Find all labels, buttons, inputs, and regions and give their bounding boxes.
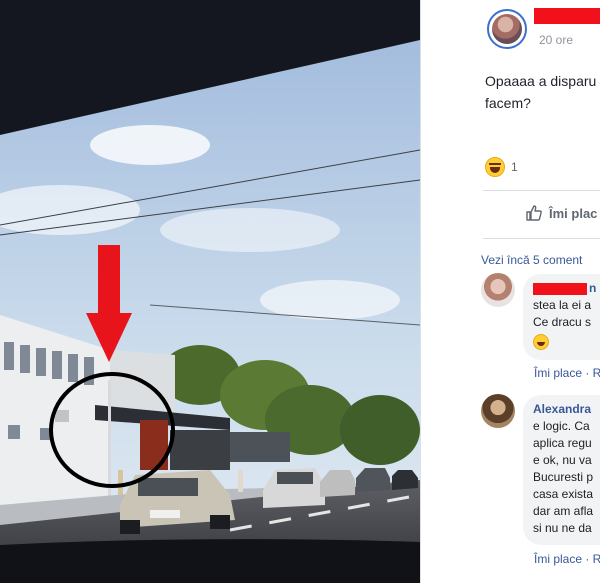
comment-text-line: Ce dracu s <box>533 315 592 329</box>
post-panel: 20 ore Opaaaa a disparu facem? 1 Îmi pla… <box>420 0 600 583</box>
commenter-name[interactable]: Alexandra <box>533 401 600 418</box>
commenter-name[interactable]: n G <box>589 281 600 295</box>
like-button[interactable]: Îmi plac <box>525 204 597 222</box>
author-avatar[interactable] <box>487 9 527 49</box>
comment-text-line: e logic. Ca <box>533 419 590 433</box>
view-more-comments-link[interactable]: Vezi încă 5 coment <box>481 253 582 267</box>
divider <box>483 190 600 191</box>
reaction-count: 1 <box>511 160 518 174</box>
comment-bubble: Alexandra e logic. Ca aplica regu e ok, … <box>523 395 600 545</box>
post-text: Opaaaa a disparu facem? <box>485 70 600 114</box>
commenter-name-redacted <box>533 282 587 295</box>
haha-reaction-icon <box>485 157 505 177</box>
comment-like-reply-actions[interactable]: Îmi place · R <box>534 366 600 380</box>
post-timestamp[interactable]: 20 ore <box>539 33 573 47</box>
commenter-avatar[interactable] <box>481 273 515 307</box>
comment-bubble: n G stea la ei a Ce dracu s <box>523 274 600 360</box>
laughing-emoji-icon <box>533 334 549 350</box>
author-name-redacted <box>534 8 600 24</box>
comment-text-line: stea la ei a <box>533 298 592 312</box>
commenter-avatar[interactable] <box>481 394 515 428</box>
divider <box>483 238 600 239</box>
thumbs-up-icon <box>526 205 542 221</box>
comment-text-line: casa exista <box>533 487 594 501</box>
comment-text-line: Bucuresti p <box>533 470 594 484</box>
street-scene <box>0 0 420 583</box>
comment-text-line: si nu ne da <box>533 521 592 535</box>
post-photo[interactable] <box>0 0 420 583</box>
post-text-line: Opaaaa a disparu <box>485 73 597 89</box>
post-text-line: facem? <box>485 95 531 111</box>
comment-text-line: e ok, nu va <box>533 453 592 467</box>
comment-text-line: dar am afla <box>533 504 594 518</box>
like-button-label: Îmi plac <box>549 205 598 221</box>
reaction-summary[interactable]: 1 <box>485 157 518 177</box>
comment-like-reply-actions[interactable]: Îmi place · R <box>534 552 600 566</box>
comment-text-line: aplica regu <box>533 436 592 450</box>
